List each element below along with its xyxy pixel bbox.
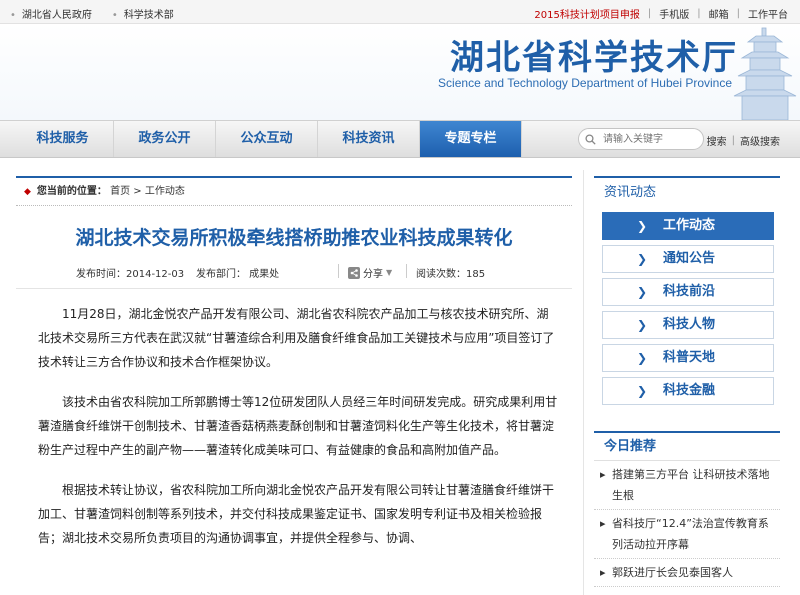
recommend-item[interactable]: ▸ 省科技厅“12.4”法治宣传教育系列活动拉开序幕 xyxy=(594,510,780,559)
share-icon xyxy=(348,266,360,279)
recommend-heading: 今日推荐 xyxy=(594,431,780,461)
chevron-right-icon: ❯ xyxy=(637,219,648,233)
link-most[interactable]: • 科学技术部 xyxy=(112,6,174,21)
breadcrumb-arrow-icon: ◆ xyxy=(24,187,31,197)
breadcrumb: ◆ 您当前的位置： 首页 > 工作动态 xyxy=(16,176,572,206)
yellow-crane-tower-icon xyxy=(733,27,797,120)
sidebar-heading: 资讯动态 xyxy=(594,176,780,206)
top-bar: • 湖北省人民政府 • 科学技术部 2015科技计划项目申报 | 手机版 | 邮箱 … xyxy=(0,0,800,24)
breadcrumb-current[interactable]: 工作动态 xyxy=(145,186,185,197)
sidebar: 资讯动态 ❯ 工作动态 ❯ 通知公告 ❯ 科技前沿 ❯ 科技人物 ❯ 科普天地 ❯ 科技金融… xyxy=(594,176,780,595)
search-input[interactable] xyxy=(603,132,699,146)
chevron-down-icon: ▼ xyxy=(386,268,393,277)
link-work-platform[interactable]: 工作平台 xyxy=(748,6,788,21)
advanced-search-link[interactable]: 高级搜索 xyxy=(740,133,780,148)
sidebar-menu: ❯ 工作动态 ❯ 通知公告 ❯ 科技前沿 ❯ 科技人物 ❯ 科普天地 ❯ 科技金融 xyxy=(602,212,774,410)
sidebar-item-people[interactable]: ❯ 科技人物 xyxy=(602,311,774,339)
chevron-right-icon: ❯ xyxy=(637,318,648,332)
search-box xyxy=(578,128,704,150)
nav-tech-news[interactable]: 科技资讯 xyxy=(318,121,420,157)
article-meta: 发布时间：2014-12-03 发布部门： 成果处 分享 ▼ 阅读次数：185 xyxy=(16,262,572,282)
main-content: ◆ 您当前的位置： 首页 > 工作动态 湖北技术交易所积极牵线搭桥助推农业科技成果… xyxy=(16,176,572,595)
chevron-right-icon: ❯ xyxy=(637,384,648,398)
nav-tech-services[interactable]: 科技服务 xyxy=(12,121,114,157)
site-title: 湖北省科学技术厅 xyxy=(450,38,738,78)
link-mobile[interactable]: 手机版 xyxy=(659,6,689,21)
nav-public-interaction[interactable]: 公众互动 xyxy=(216,121,318,157)
link-project-application[interactable]: 2015科技计划项目申报 xyxy=(534,6,639,21)
site-subtitle: Science and Technology Department of Hub… xyxy=(438,76,732,90)
column-divider xyxy=(583,170,584,595)
main-nav: 科技服务 政务公开 公众互动 科技资讯 专题专栏 搜索 | 高级搜索 xyxy=(0,120,800,158)
chevron-right-icon: ❯ xyxy=(637,351,648,365)
sidebar-item-notices[interactable]: ❯ 通知公告 xyxy=(602,245,774,273)
article-title: 湖北技术交易所积极牵线搭桥助推农业科技成果转化 xyxy=(75,227,513,249)
site-header: 湖北省科学技术厅 Science and Technology Departme… xyxy=(0,24,800,120)
chevron-right-icon: ❯ xyxy=(637,285,648,299)
recommend-item[interactable]: ▸ 郭跃进厅长会见泰国客人 xyxy=(594,559,780,587)
view-count: 阅读次数：185 xyxy=(416,269,486,280)
sidebar-item-work-news[interactable]: ❯ 工作动态 xyxy=(602,212,774,240)
search-button[interactable]: 搜索 xyxy=(707,133,727,148)
sidebar-item-popular-science[interactable]: ❯ 科普天地 xyxy=(602,344,774,372)
nav-special-topics[interactable]: 专题专栏 xyxy=(420,121,522,157)
sidebar-item-finance[interactable]: ❯ 科技金融 xyxy=(602,377,774,405)
article-paragraph: 该技术由省农科院加工所郭鹏博士等12位研发团队人员经三年时间研发完成。研究成果利… xyxy=(38,395,558,457)
chevron-right-icon: ❯ xyxy=(637,252,648,266)
publish-date: 发布时间：2014-12-03 xyxy=(76,269,185,280)
breadcrumb-home[interactable]: 首页 xyxy=(110,186,130,197)
link-mail[interactable]: 邮箱 xyxy=(709,6,729,21)
nav-government-affairs[interactable]: 政务公开 xyxy=(114,121,216,157)
article-body: 11月28日，湖北金悦农产品开发有限公司、湖北省农科院农产品加工与核农技术研究所… xyxy=(38,302,558,566)
search-icon xyxy=(585,134,596,145)
share-button[interactable]: 分享 ▼ xyxy=(348,265,392,280)
link-hubei-government[interactable]: • 湖北省人民政府 xyxy=(10,6,92,21)
recommend-panel: 今日推荐 ▸ 搭建第三方平台 让科研技术落地生根 ▸ 省科技厅“12.4”法治宣传教… xyxy=(594,431,780,595)
recommend-item[interactable]: ▸ 搭建第三方平台 让科研技术落地生根 xyxy=(594,461,780,510)
article-paragraph: 11月28日，湖北金悦农产品开发有限公司、湖北省农科院农产品加工与核农技术研究所… xyxy=(38,307,555,369)
article-paragraph: 根据技术转让协议，省农科院加工所向湖北金悦农产品开发有限公司转让甘薯渣膳食纤维饼… xyxy=(38,483,555,545)
publish-department: 发布部门： 成果处 xyxy=(196,269,280,280)
sidebar-item-frontier[interactable]: ❯ 科技前沿 xyxy=(602,278,774,306)
